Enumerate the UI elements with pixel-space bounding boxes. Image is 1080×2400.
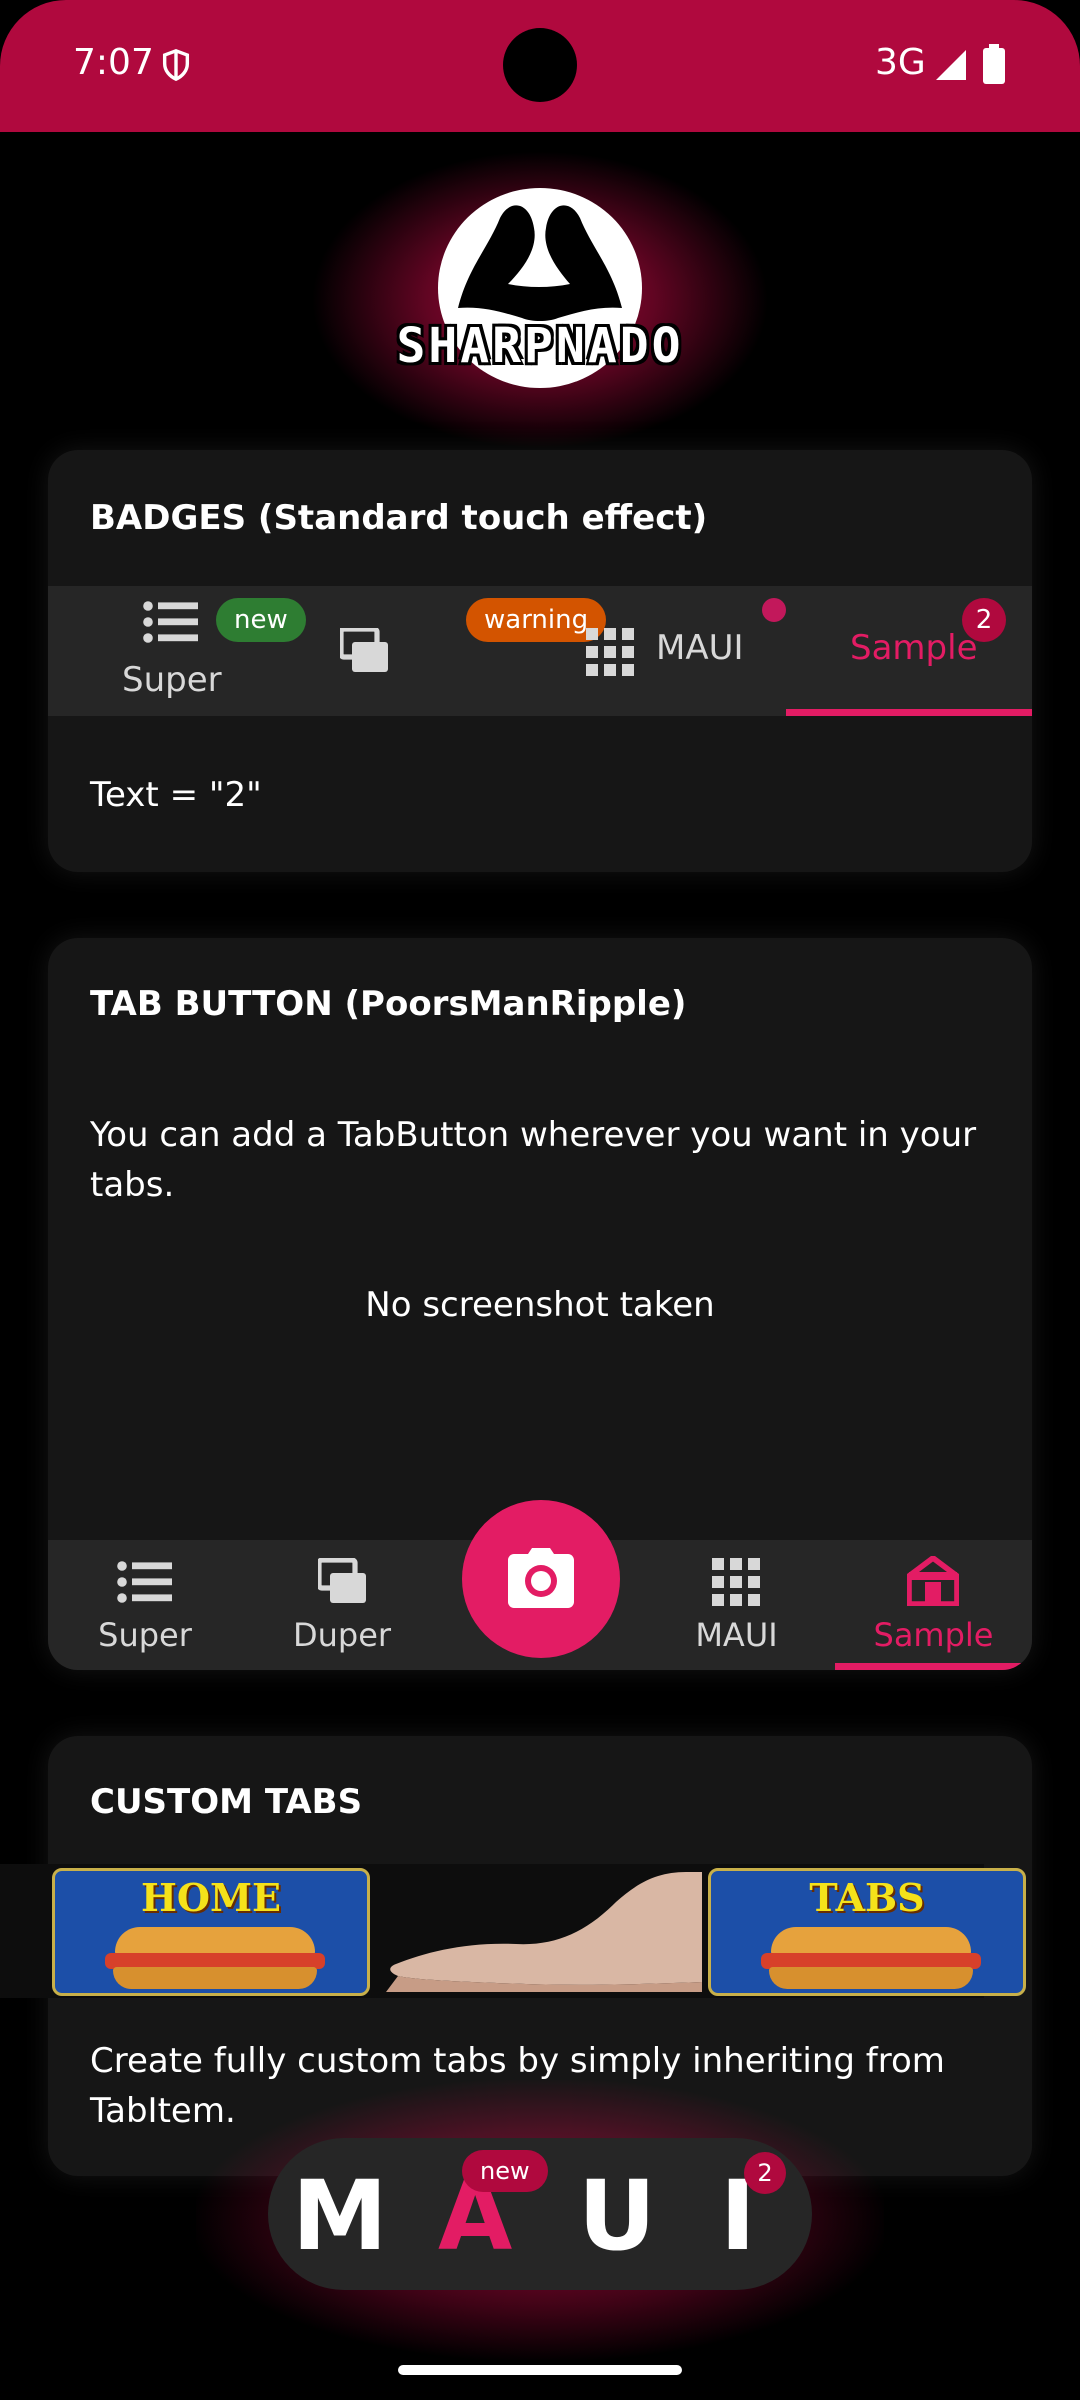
stack-icon xyxy=(340,628,388,672)
tab-button-card-description: You can add a TabButton wherever you wan… xyxy=(90,1115,977,1205)
tab-super[interactable]: Super xyxy=(48,1540,242,1670)
custom-tabs-card-title: CUSTOM TABS xyxy=(90,1782,363,1822)
tab-label: MAUI xyxy=(695,1616,778,1654)
maui-badge-count: 2 xyxy=(744,2152,786,2194)
tab-home[interactable]: HOME xyxy=(52,1868,370,1996)
screenshot-status: No screenshot taken xyxy=(365,1285,715,1325)
tab-label: MAUI xyxy=(656,628,744,668)
camera-icon xyxy=(508,1548,574,1608)
list-icon xyxy=(117,1561,172,1603)
tab-label: Sample xyxy=(850,628,978,668)
tab-sample[interactable]: Sample 2 xyxy=(786,586,1032,716)
tab-duper[interactable]: warning xyxy=(294,586,607,716)
tab-foot[interactable] xyxy=(386,1872,702,1992)
badge-count: 2 xyxy=(962,598,1006,642)
tab-label: Super xyxy=(98,1616,192,1654)
camera-tab-button[interactable] xyxy=(462,1500,620,1658)
grid-icon xyxy=(586,628,634,676)
tab-sample[interactable]: Sample xyxy=(835,1540,1032,1670)
tab-label: Duper xyxy=(292,1616,392,1654)
maui-tab-u[interactable]: U xyxy=(578,2160,656,2272)
camera-cutout xyxy=(503,28,577,102)
tab-maui[interactable]: MAUI xyxy=(638,1540,835,1670)
status-bar: 7:07 3G xyxy=(0,0,1080,132)
tab-tabs[interactable]: TABS xyxy=(708,1868,1026,1996)
tab-label: Sample xyxy=(873,1616,994,1654)
tab-label: HOME xyxy=(140,1875,282,1920)
grid-icon xyxy=(712,1558,760,1606)
shield-icon xyxy=(162,49,190,82)
selected-tab-indicator xyxy=(786,709,1032,716)
burger-icon xyxy=(115,1927,315,1955)
badges-card-text: Text = "2" xyxy=(90,775,262,815)
tab-button-card-title: TAB BUTTON (PoorsManRipple) xyxy=(90,984,687,1024)
tab-duper[interactable]: Duper xyxy=(242,1540,442,1670)
badge-dot xyxy=(762,598,786,622)
maui-tab-m[interactable]: M xyxy=(292,2160,388,2272)
tab-super[interactable]: new Super xyxy=(48,586,306,716)
logo-text: SHARPNADO xyxy=(396,318,684,374)
badges-card-title: BADGES (Standard touch effect) xyxy=(90,498,708,538)
badges-tab-bar: new Super warning MAUI Sample 2 xyxy=(48,586,1032,716)
signal-icon xyxy=(936,50,966,80)
selected-tab-indicator xyxy=(835,1663,1032,1670)
badge-new: new xyxy=(216,598,306,642)
tab-maui[interactable]: MAUI xyxy=(540,586,786,716)
maui-badge-new: new xyxy=(462,2150,548,2192)
status-time: 7:07 xyxy=(73,42,154,83)
tab-label: TABS xyxy=(809,1875,925,1920)
battery-icon xyxy=(983,44,1005,84)
burger-icon xyxy=(771,1927,971,1955)
badges-card: BADGES (Standard touch effect) new Super… xyxy=(48,450,1032,872)
tab-label: Super xyxy=(122,660,222,700)
list-icon xyxy=(143,601,198,643)
network-type: 3G xyxy=(875,42,926,83)
home-indicator[interactable] xyxy=(398,2365,682,2375)
house-icon xyxy=(907,1556,959,1606)
stack-icon xyxy=(318,1558,366,1603)
